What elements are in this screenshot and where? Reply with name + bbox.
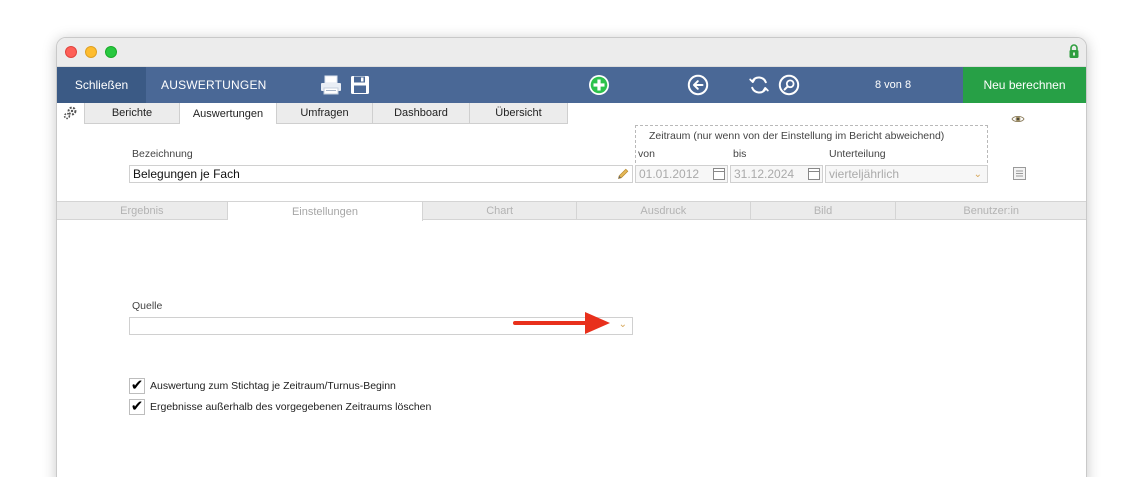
von-value: 01.01.2012 bbox=[639, 167, 700, 181]
tab-benutzerin[interactable]: Benutzer:in bbox=[896, 201, 1086, 220]
chevron-down-icon: ⌄ bbox=[973, 169, 982, 180]
eye-icon[interactable] bbox=[1011, 114, 1025, 124]
search-icon[interactable] bbox=[777, 73, 801, 97]
lock-icon bbox=[1069, 44, 1079, 58]
module-title: AUSWERTUNGEN bbox=[161, 78, 267, 92]
main-toolbar: Schließen AUSWERTUNGEN 8 von 8 Neu berec… bbox=[57, 67, 1086, 103]
printer-icon[interactable] bbox=[319, 73, 343, 97]
tab-dashboard[interactable]: Dashboard bbox=[372, 103, 470, 124]
von-date-field[interactable]: 01.01.2012 bbox=[635, 165, 728, 183]
tab-ausdruck[interactable]: Ausdruck bbox=[577, 201, 751, 220]
tab-auswertungen[interactable]: Auswertungen bbox=[179, 103, 277, 124]
unterteilung-label: Unterteilung bbox=[829, 148, 886, 160]
bezeichnung-label: Bezeichnung bbox=[132, 148, 193, 160]
zoom-window-button[interactable] bbox=[105, 46, 117, 58]
stichtag-label: Auswertung zum Stichtag je Zeitraum/Turn… bbox=[150, 380, 396, 392]
bis-value: 31.12.2024 bbox=[734, 167, 795, 181]
tab-berichte[interactable]: Berichte bbox=[84, 103, 180, 124]
chevron-down-icon: ⌄ bbox=[618, 319, 627, 330]
calendar-icon[interactable] bbox=[808, 168, 820, 180]
annotation-arrow bbox=[513, 312, 610, 334]
top-tab-bar: Berichte Auswertungen Umfragen Dashboard… bbox=[84, 103, 568, 124]
add-icon[interactable] bbox=[587, 73, 611, 97]
tab-uebersicht[interactable]: Übersicht bbox=[469, 103, 568, 124]
bezeichnung-field[interactable]: Belegungen je Fach bbox=[129, 165, 633, 183]
refresh-icon[interactable] bbox=[747, 73, 771, 97]
sub-tab-bar: Ergebnis Einstellungen Chart Ausdruck Bi… bbox=[57, 201, 1086, 221]
back-icon[interactable] bbox=[686, 73, 710, 97]
bezeichnung-value: Belegungen je Fach bbox=[133, 167, 240, 181]
close-window-button[interactable] bbox=[65, 46, 77, 58]
tab-einstellungen[interactable]: Einstellungen bbox=[227, 201, 424, 221]
calendar-icon[interactable] bbox=[713, 168, 725, 180]
tab-chart[interactable]: Chart bbox=[423, 201, 577, 220]
bis-label: bis bbox=[733, 148, 747, 160]
zeitraum-title: Zeitraum (nur wenn von der Einstellung i… bbox=[649, 130, 945, 142]
recalculate-button[interactable]: Neu berechnen bbox=[963, 67, 1086, 103]
settings-gear-icon[interactable] bbox=[63, 106, 77, 120]
title-bar bbox=[57, 38, 1086, 67]
tab-ergebnis[interactable]: Ergebnis bbox=[57, 201, 228, 220]
loeschen-label: Ergebnisse außerhalb des vorgegebenen Ze… bbox=[150, 401, 432, 413]
app-window: Schließen AUSWERTUNGEN 8 von 8 Neu berec… bbox=[56, 37, 1087, 477]
unterteilung-select[interactable]: vierteljährlich ⌄ bbox=[825, 165, 988, 183]
unterteilung-value: vierteljährlich bbox=[829, 167, 900, 181]
quelle-label: Quelle bbox=[132, 300, 163, 312]
tab-bild[interactable]: Bild bbox=[750, 201, 897, 220]
von-label: von bbox=[638, 148, 655, 160]
save-icon[interactable] bbox=[348, 73, 372, 97]
check-row-loeschen[interactable]: ✔ Ergebnisse außerhalb des vorgegebenen … bbox=[129, 399, 431, 415]
document-icon[interactable] bbox=[1013, 167, 1026, 180]
pencil-icon[interactable] bbox=[617, 168, 629, 180]
record-counter: 8 von 8 bbox=[875, 79, 912, 91]
minimize-window-button[interactable] bbox=[85, 46, 97, 58]
bis-date-field[interactable]: 31.12.2024 bbox=[730, 165, 823, 183]
stichtag-checkbox[interactable]: ✔ bbox=[129, 378, 145, 394]
check-row-stichtag[interactable]: ✔ Auswertung zum Stichtag je Zeitraum/Tu… bbox=[129, 378, 396, 394]
close-button[interactable]: Schließen bbox=[57, 67, 146, 103]
loeschen-checkbox[interactable]: ✔ bbox=[129, 399, 145, 415]
tab-umfragen[interactable]: Umfragen bbox=[276, 103, 373, 124]
